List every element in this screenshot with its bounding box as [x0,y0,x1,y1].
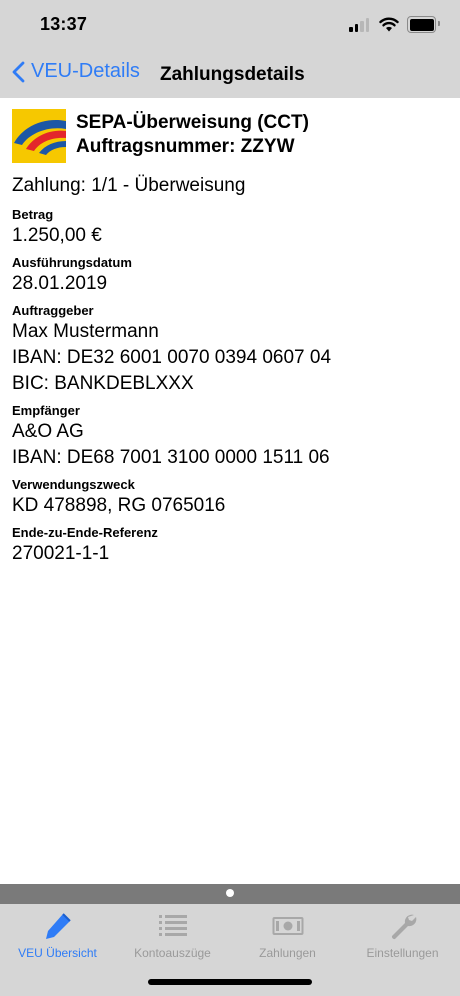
tab-kontoauszuege[interactable]: Kontoauszüge [115,910,230,960]
tab-label: Einstellungen [366,946,439,960]
purpose-group: Verwendungszweck KD 478898, RG 0765016 [12,477,450,519]
navigation-bar: VEU-Details Zahlungsdetails [0,50,460,98]
payment-header-text: SEPA-Überweisung (CCT) Auftragsnummer: Z… [76,109,309,163]
amount-label: Betrag [12,207,54,222]
amount-value: 1.250,00 € [12,225,102,246]
status-icons [349,16,440,33]
status-time: 13:37 [40,14,88,34]
status-bar: 13:37 [0,0,460,50]
page-dot[interactable] [226,889,234,897]
execution-date-group: Ausführungsdatum 28.01.2019 [12,255,450,297]
back-button[interactable]: VEU-Details [12,60,140,83]
order-number: Auftragsnummer: ZZYW [76,136,295,157]
page-indicator [0,884,460,904]
orderer-group: Auftraggeber Max Mustermann IBAN: DE32 6… [12,303,450,397]
end-to-end-reference-label: Ende-zu-Ende-Referenz [12,525,158,540]
cellular-signal-icon [349,17,371,32]
pen-icon [45,913,71,939]
bank-logo-graphic [12,109,66,163]
tab-einstellungen[interactable]: Einstellungen [345,910,460,960]
recipient-iban: IBAN: DE68 7001 3100 0000 1511 06 [12,447,330,468]
orderer-iban: IBAN: DE32 6001 0070 0394 0607 04 [12,347,332,368]
tab-zahlungen[interactable]: Zahlungen [230,910,345,960]
payment-header: SEPA-Überweisung (CCT) Auftragsnummer: Z… [12,109,309,163]
chevron-left-icon [12,61,25,82]
execution-date-value: 28.01.2019 [12,273,108,294]
payment-type-title: SEPA-Überweisung (CCT) [76,112,309,133]
wrench-icon [391,914,416,940]
purpose-label: Verwendungszweck [12,477,135,492]
banknote-icon [272,917,303,935]
orderer-bic: BIC: BANKDEBLXXX [12,373,194,394]
purpose-value: KD 478898, RG 0765016 [12,495,226,516]
recipient-label: Empfänger [12,403,80,418]
tab-label: VEU Übersicht [18,946,97,960]
home-indicator[interactable] [148,979,312,985]
battery-icon [407,16,440,33]
payment-fields: Zahlung: 1/1 - Überweisung Betrag 1.250,… [12,174,450,573]
recipient-group: Empfänger A&O AG IBAN: DE68 7001 3100 00… [12,403,450,471]
payment-summary: Zahlung: 1/1 - Überweisung [12,175,246,196]
orderer-label: Auftraggeber [12,303,94,318]
amount-group: Betrag 1.250,00 € [12,207,450,249]
execution-date-label: Ausführungsdatum [12,255,132,270]
end-to-end-reference-value: 270021-1-1 [12,543,110,564]
back-button-label: VEU-Details [31,60,140,82]
list-icon [158,915,187,936]
tab-veu-uebersicht[interactable]: VEU Übersicht [0,910,115,960]
page-title: Zahlungsdetails [160,64,305,85]
wifi-icon [379,17,399,32]
orderer-name: Max Mustermann [12,321,159,342]
tab-label: Zahlungen [259,946,316,960]
bank-logo [12,109,66,163]
tab-label: Kontoauszüge [134,946,211,960]
payment-details: SEPA-Überweisung (CCT) Auftragsnummer: Z… [0,98,460,884]
end-to-end-reference-group: Ende-zu-Ende-Referenz 270021-1-1 [12,525,450,567]
recipient-name: A&O AG [12,421,84,442]
